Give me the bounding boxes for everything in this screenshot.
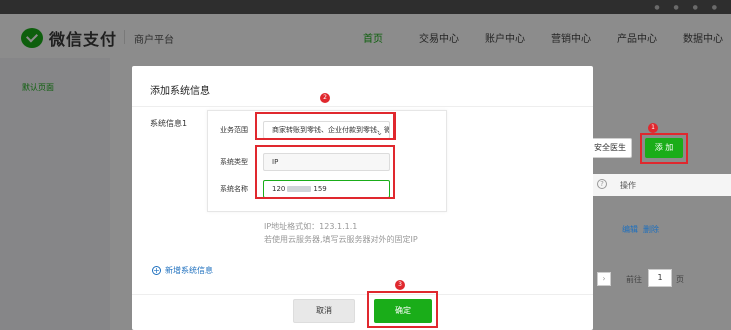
plus-circle-icon: + bbox=[152, 266, 161, 275]
help-icon: ? bbox=[597, 179, 607, 189]
add-system-info-label: 新增系统信息 bbox=[165, 266, 213, 275]
system-type-label: 系统类型 bbox=[220, 158, 248, 166]
security-doctor-button: 安全医生 bbox=[588, 138, 632, 158]
ip-format-hint: IP地址格式如：123.1.1.1 bbox=[264, 222, 358, 231]
annotation-badge-1: 1 bbox=[648, 123, 658, 133]
pagination-page-input: 1 bbox=[648, 269, 672, 287]
table-header-operation: 操作 bbox=[620, 181, 636, 190]
system-info-label: 系统信息1 bbox=[150, 119, 188, 128]
pagination-goto-label: 前往 bbox=[626, 275, 642, 284]
business-scope-label: 业务范围 bbox=[220, 126, 248, 134]
dialog-footer-divider bbox=[132, 294, 593, 295]
annotation-badge-2: 2 bbox=[320, 93, 330, 103]
add-system-info-link[interactable]: + 新增系统信息 bbox=[152, 265, 213, 276]
dialog-divider bbox=[132, 106, 593, 107]
table-header bbox=[593, 174, 731, 196]
annotation-box-fields bbox=[255, 112, 395, 140]
dialog-title: 添加系统信息 bbox=[150, 86, 210, 97]
annotation-box-add bbox=[640, 133, 688, 164]
cloud-server-hint: 若使用云服务器,填写云服务器对外的固定IP bbox=[264, 235, 418, 244]
system-name-label: 系统名称 bbox=[220, 185, 248, 193]
next-page-icon: › bbox=[597, 272, 611, 286]
delete-link: 删除 bbox=[643, 225, 659, 234]
pagination-page-unit: 页 bbox=[676, 275, 684, 284]
browser-top-strip: ● ● ● ● bbox=[0, 0, 731, 14]
edit-link: 编辑 bbox=[622, 225, 638, 234]
annotation-box-confirm bbox=[367, 291, 438, 328]
top-strip-icons: ● ● ● ● bbox=[654, 4, 723, 11]
cancel-button[interactable]: 取消 bbox=[293, 299, 355, 323]
annotation-badge-3: 3 bbox=[395, 280, 405, 290]
annotation-box-type-name bbox=[255, 145, 395, 199]
